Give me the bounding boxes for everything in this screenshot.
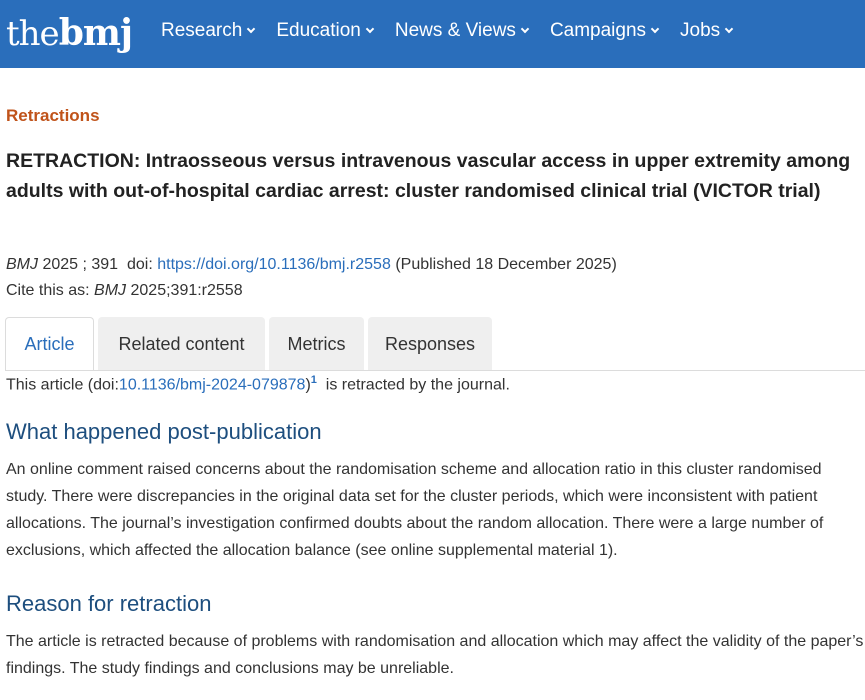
doi-label: doi: <box>126 256 153 273</box>
logo-bmj: bmj <box>58 12 133 54</box>
nav-campaigns[interactable]: Campaigns <box>549 20 660 42</box>
section-body-post-publication: An online comment raised concerns about … <box>6 461 824 559</box>
section-label[interactable]: Retractions <box>6 106 100 126</box>
nav-jobs[interactable]: Jobs <box>680 20 734 42</box>
tab-article[interactable]: Article <box>5 317 94 371</box>
nav-research-label: Research <box>161 20 243 41</box>
citation-line-2: Cite this as: BMJ 2025;391:r2558 <box>6 278 617 304</box>
main-nav: Research Education News & Views Campaign… <box>161 20 754 42</box>
cite-as-ref: 2025;391:r2558 <box>130 282 243 299</box>
chevron-down-icon <box>724 24 734 34</box>
original-doi-link[interactable]: 10.1136/bmj-2024-079878 <box>119 376 306 393</box>
nav-news-views[interactable]: News & Views <box>394 20 530 42</box>
chevron-down-icon <box>365 24 375 34</box>
tabs-divider <box>5 370 865 371</box>
tab-metrics[interactable]: Metrics <box>269 317 364 371</box>
notice-suffix: is retracted by the journal. <box>321 376 510 394</box>
journal-name: BMJ <box>6 256 38 273</box>
nav-education[interactable]: Education <box>276 20 375 42</box>
nav-news-views-label: News & Views <box>394 20 516 41</box>
citation-line-1: BMJ 2025 ; 391 doi: https://doi.org/10.1… <box>6 252 617 278</box>
citation-block: BMJ 2025 ; 391 doi: https://doi.org/10.1… <box>6 252 617 304</box>
cite-as-label: Cite this as: <box>6 282 90 299</box>
section-heading-reason: Reason for retraction <box>6 591 212 616</box>
footnote-ref[interactable]: 1 <box>311 374 317 386</box>
nav-jobs-label: Jobs <box>680 20 721 41</box>
notice-prefix: This article (doi: <box>6 376 119 394</box>
article-tabs: Article Related content Metrics Response… <box>5 317 496 371</box>
section-heading-post-publication: What happened post-publication <box>6 419 322 444</box>
article-title: RETRACTION: Intraosseous versus intraven… <box>6 150 851 202</box>
nav-research[interactable]: Research <box>161 20 256 42</box>
retraction-notice: This article (doi:10.1136/bmj-2024-07987… <box>6 374 510 394</box>
nav-education-label: Education <box>276 20 361 41</box>
tab-related-content[interactable]: Related content <box>98 317 265 371</box>
chevron-down-icon <box>247 24 256 34</box>
cite-as-journal: BMJ <box>94 282 127 299</box>
chevron-down-icon <box>650 24 660 34</box>
tab-responses[interactable]: Responses <box>368 317 492 371</box>
bmj-logo[interactable]: thebmj <box>6 12 133 54</box>
chevron-down-icon <box>520 24 530 34</box>
site-header: thebmj Research Education News & Views C… <box>0 0 865 68</box>
year-volume: 2025 ; 391 <box>42 256 119 273</box>
section-body-reason: The article is retracted because of prob… <box>6 633 864 677</box>
nav-campaigns-label: Campaigns <box>549 20 647 41</box>
published-date: (Published 18 December 2025) <box>395 256 617 273</box>
doi-link[interactable]: https://doi.org/10.1136/bmj.r2558 <box>157 256 391 273</box>
logo-the: the <box>6 14 60 54</box>
